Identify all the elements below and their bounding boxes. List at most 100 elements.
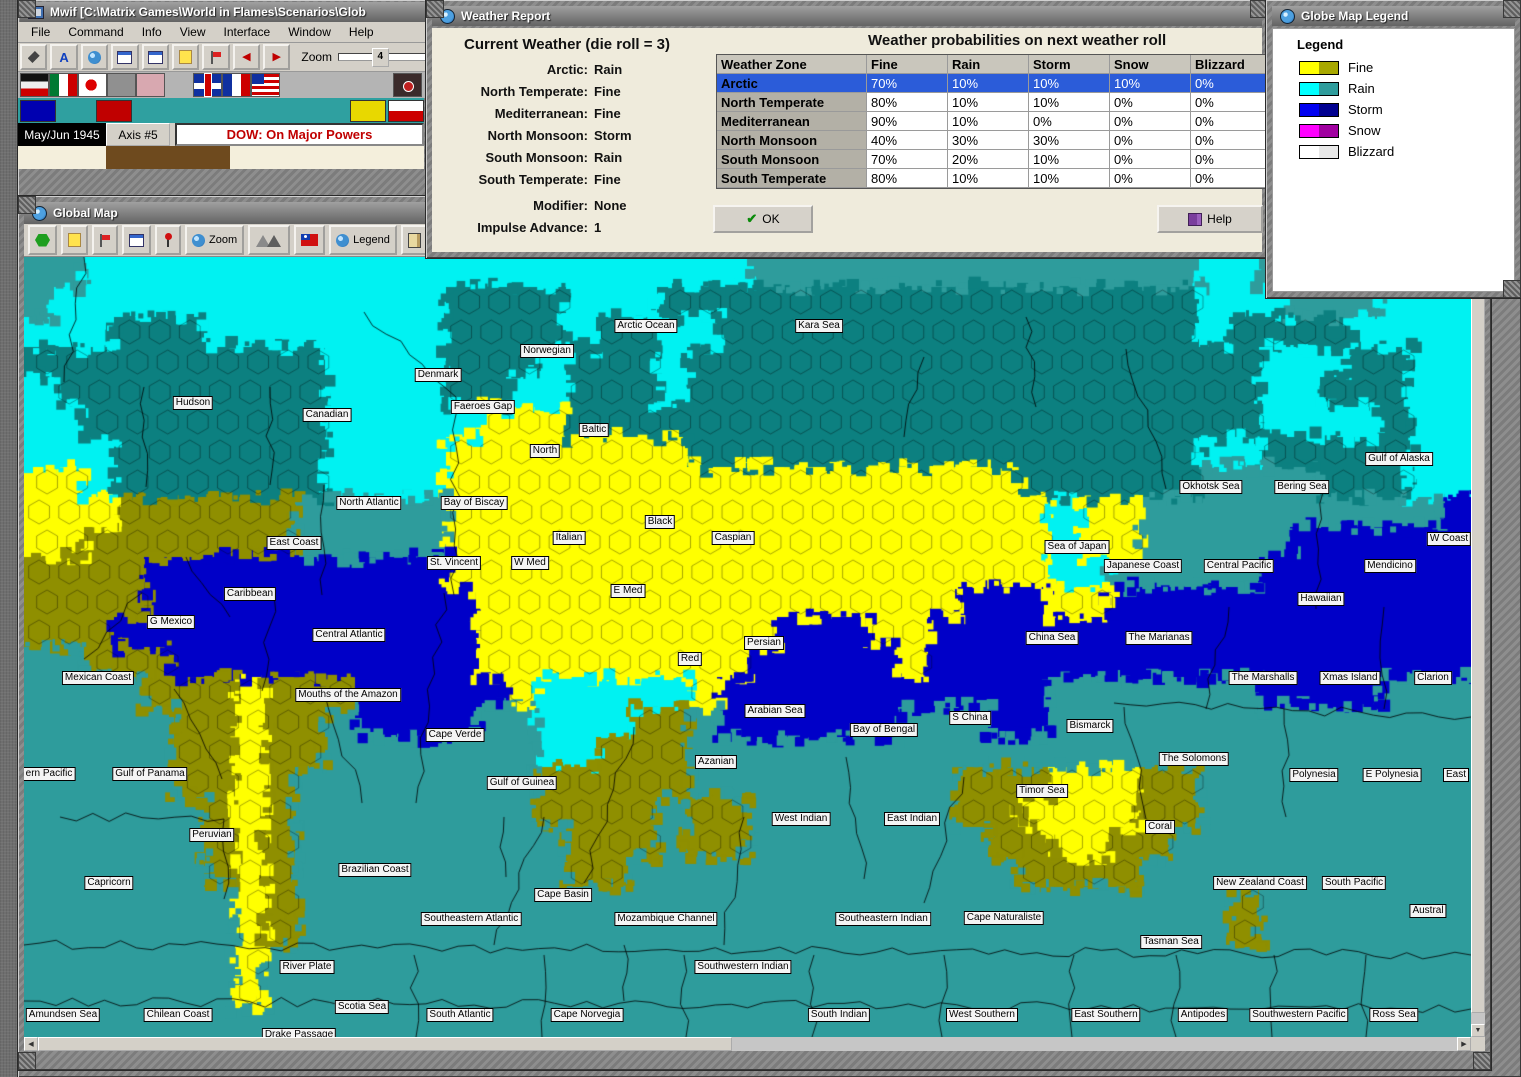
terrain-view-button[interactable] — [248, 225, 291, 255]
notes-button[interactable] — [171, 44, 200, 70]
sea-zone-label: Timor Sea — [1016, 784, 1068, 798]
weather-table-value-cell: 0% — [1191, 93, 1269, 112]
text-tool-button[interactable]: A — [50, 44, 78, 70]
sea-zone-label: Arabian Sea — [744, 704, 806, 718]
china-flag-button[interactable] — [294, 225, 326, 255]
menu-item-view[interactable]: View — [171, 25, 215, 39]
sea-zone-label: Baltic — [578, 423, 610, 437]
flag-button[interactable] — [202, 44, 230, 70]
zoom-label: Zoom — [301, 50, 333, 64]
weather-table-row[interactable]: North Temperate 80% 10% 10% 0% 0% — [717, 93, 1269, 112]
weather-report-titlebar[interactable]: Weather Report — [432, 6, 1262, 26]
flag-dark — [393, 73, 422, 97]
weather-table-header-cell: Weather Zone — [717, 55, 867, 74]
weather-table-header-cell: Snow — [1110, 55, 1191, 74]
zoom-slider[interactable]: 4 — [338, 48, 427, 67]
menu-item-command[interactable]: Command — [59, 25, 132, 39]
weather-zone-value: Fine — [594, 105, 621, 121]
weather-report-title: Weather Report — [461, 9, 551, 23]
map-horizontal-scrollbar[interactable]: ◀ ▶ — [24, 1037, 1471, 1051]
hex-info-button[interactable] — [28, 225, 57, 255]
units-button[interactable] — [122, 225, 151, 255]
sea-zone-label: Clarion — [1414, 671, 1452, 685]
weather-table-row[interactable]: Arctic 70% 10% 10% 10% 0% — [717, 74, 1269, 93]
flag-toggle-button[interactable] — [92, 225, 118, 255]
window-corner — [18, 1052, 36, 1070]
scroll-left-arrow[interactable]: ◀ — [24, 1037, 38, 1051]
sea-zone-label: Cape Verde — [425, 728, 485, 742]
sea-zone-label: Cape Basin — [534, 888, 592, 902]
weather-table-row[interactable]: South Monsoon 70% 20% 10% 0% 0% — [717, 150, 1269, 169]
weather-table-zone-cell: North Monsoon — [717, 131, 867, 150]
grid-button-1[interactable] — [111, 44, 139, 70]
current-weather-row: Arctic: Rain — [432, 58, 632, 80]
modifier-label: Modifier: — [533, 197, 588, 213]
sea-zone-label: Peruvian — [189, 828, 235, 842]
sea-zone-label: East — [1442, 768, 1470, 782]
weather-table-value-cell: 10% — [948, 74, 1029, 93]
weather-table-header: Weather Zone Fine Rain Storm Snow Blizzard — [717, 55, 1269, 74]
mountains-icon — [255, 234, 283, 247]
menu-item-file[interactable]: File — [22, 25, 59, 39]
vertical-scroll-thumb[interactable] — [1471, 271, 1485, 1013]
sea-zone-label: Central Pacific — [1203, 559, 1275, 573]
legend-item-fine: Fine — [1299, 60, 1514, 75]
globe-icon — [336, 233, 350, 247]
legend-label: Snow — [1348, 123, 1381, 138]
chip-yellow — [350, 100, 386, 122]
lever-icon — [162, 233, 174, 247]
hammer-button[interactable] — [20, 44, 48, 70]
legend-swatch — [1299, 81, 1339, 96]
flag-spacer — [165, 73, 193, 97]
menu-item-help[interactable]: Help — [340, 25, 383, 39]
sea-zone-label: Red — [677, 652, 703, 666]
terrain-button[interactable] — [61, 225, 88, 255]
ok-button[interactable]: ✔ OK — [713, 205, 813, 233]
flag-neutral-pink — [136, 73, 165, 97]
menu-item-interface[interactable]: Interface — [215, 25, 280, 39]
world-map[interactable]: Arctic Ocean Kara Sea Norwegian Denmark Huds… — [24, 257, 1471, 1037]
legend-button[interactable]: Legend — [329, 225, 397, 255]
scroll-down-arrow[interactable]: ▼ — [1471, 1024, 1485, 1037]
sea-zone-label: Norwegian — [520, 344, 574, 358]
weather-table-row[interactable]: Mediterranean 90% 10% 0% 0% 0% — [717, 112, 1269, 131]
weather-table-value-cell: 70% — [867, 150, 948, 169]
weather-zone-label: Mediterranean: — [494, 105, 588, 121]
menu-item-window[interactable]: Window — [279, 25, 340, 39]
sea-zone-label: Mouths of the Amazon — [295, 688, 401, 702]
prev-button[interactable]: ◀ — [232, 44, 260, 70]
sea-zone-label: Caspian — [711, 531, 755, 545]
zoom-slider-thumb[interactable]: 4 — [371, 48, 389, 67]
sea-zone-label: ern Pacific — [24, 767, 76, 781]
globe-button[interactable] — [80, 44, 109, 70]
grid-button-2[interactable] — [141, 44, 169, 70]
letter-a-icon: A — [59, 49, 69, 65]
legend-items: Fine Rain Storm Snow Blizzard — [1273, 60, 1514, 159]
flag-japan — [78, 73, 107, 97]
sea-zone-label: Gulf of Alaska — [1365, 452, 1433, 466]
legend-titlebar[interactable]: Globe Map Legend — [1272, 6, 1515, 26]
help-button[interactable]: Help — [1157, 205, 1263, 233]
legend-title: Globe Map Legend — [1301, 9, 1409, 23]
weather-table-value-cell: 10% — [1029, 74, 1110, 93]
sea-zone-label: E Med — [610, 584, 646, 598]
menu-item-info[interactable]: Info — [133, 25, 171, 39]
legend-label: Storm — [1348, 102, 1383, 117]
weather-table-row[interactable]: North Monsoon 40% 30% 30% 0% 0% — [717, 131, 1269, 150]
horizontal-scroll-thumb[interactable] — [38, 1037, 732, 1051]
sea-zone-label: Ross Sea — [1369, 1008, 1419, 1022]
weather-table-value-cell: 20% — [948, 150, 1029, 169]
map-zoom-button[interactable]: Zoom — [185, 225, 245, 255]
weather-table-value-cell: 10% — [1029, 150, 1110, 169]
weather-table-row[interactable]: South Temperate 80% 10% 10% 0% 0% — [717, 169, 1269, 188]
next-button[interactable]: ▶ — [263, 44, 291, 70]
sea-zone-label: Mexican Coast — [61, 671, 135, 685]
modifier-value: None — [594, 197, 627, 213]
weather-table-value-cell: 80% — [867, 169, 948, 188]
hexagon-icon — [35, 233, 50, 247]
scroll-right-arrow[interactable]: ▶ — [1457, 1037, 1471, 1051]
map-vertical-scrollbar[interactable]: ▲ ▼ — [1471, 257, 1485, 1037]
marker-button[interactable] — [155, 225, 181, 255]
sea-zone-label: S China — [949, 711, 991, 725]
sea-zone-label: Azanian — [694, 755, 738, 769]
